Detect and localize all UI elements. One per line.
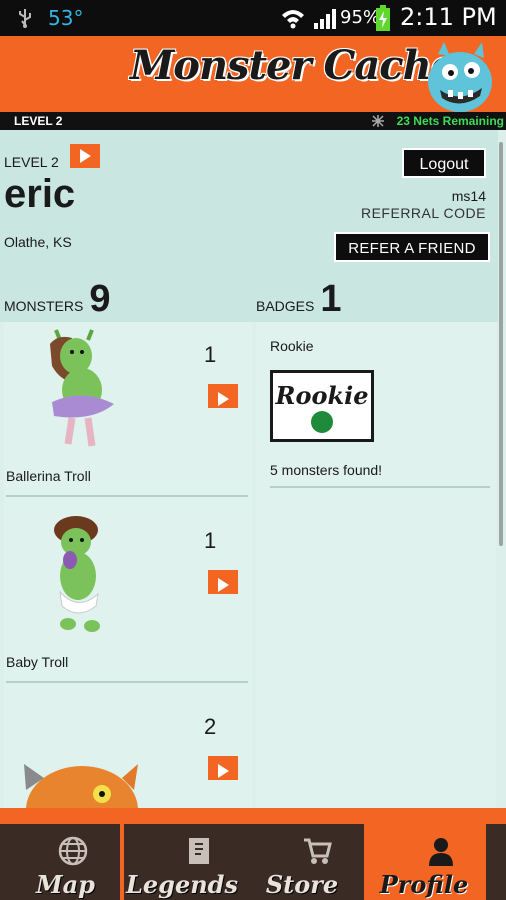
signal-icon (314, 9, 336, 29)
badge-image-text: Rookie (275, 381, 369, 410)
book-icon (189, 838, 209, 864)
monster-name: Baby Troll (6, 654, 69, 670)
battery-charging-icon (376, 5, 390, 31)
clock: 2:11 PM (400, 3, 497, 31)
tab-map[interactable]: Map (0, 824, 120, 900)
referral-code-label: REFERRAL CODE (360, 205, 486, 221)
play-icon (217, 577, 229, 592)
referral-code: ms14 (451, 188, 486, 204)
bottom-tab-bar: Map Legends Store Profile (0, 808, 506, 900)
location: Olathe, KS (4, 234, 72, 250)
tab-label: Map (36, 870, 95, 899)
level-indicator: LEVEL 2 (14, 114, 63, 128)
monster-count: 1 (204, 528, 217, 553)
tab-profile[interactable]: Profile (364, 824, 484, 900)
app-logo: Monster Cache (130, 42, 456, 89)
divider (6, 495, 248, 497)
logout-button[interactable]: Logout (402, 148, 486, 178)
profile-level: LEVEL 2 (4, 154, 59, 170)
monster-play-button[interactable] (208, 756, 238, 780)
profile-summary: LEVEL 2 eric Olathe, KS Logout ms14 REFE… (0, 130, 498, 322)
level-play-button[interactable] (70, 144, 100, 168)
username: eric (4, 172, 76, 216)
play-icon (217, 391, 229, 406)
tab-label: Legends (126, 870, 238, 899)
blue-monster-mascot (428, 42, 492, 112)
status-bar: 53° 95% 2:11 PM (0, 0, 506, 36)
monsters-count-header: MONSTERS 9 (4, 280, 110, 318)
nets-remaining: 23 Nets Remaining (396, 114, 504, 128)
monster-name: Ballerina Troll (6, 468, 91, 484)
baby-troll-image (54, 516, 100, 632)
refer-friend-button[interactable]: REFER A FRIEND (334, 232, 490, 262)
tab-legends[interactable]: Legends (124, 824, 240, 900)
battery-percent: 95% (340, 7, 381, 28)
usb-icon (19, 9, 31, 28)
ballerina-troll-image (50, 329, 114, 447)
monsters-list[interactable]: 1 Ballerina Troll 1 Baby Troll 2 (4, 322, 252, 808)
divider (6, 681, 248, 683)
rookie-badge-image: Rookie (270, 370, 374, 442)
list-item[interactable]: 1 Baby Troll (4, 508, 252, 694)
tab-label: Store (265, 870, 339, 899)
badges-label: BADGES (256, 298, 315, 314)
net-icon (372, 115, 384, 127)
level-bar: LEVEL 2 23 Nets Remaining (0, 112, 506, 130)
badge-name: Rookie (270, 338, 314, 354)
orange-monster-image (24, 764, 138, 808)
scrollbar[interactable] (499, 142, 503, 546)
monster-play-button[interactable] (208, 384, 238, 408)
list-item[interactable]: 2 (4, 694, 252, 808)
badge-dot (311, 411, 333, 433)
temperature-text: 53° (48, 6, 84, 30)
monster-count: 2 (204, 714, 217, 739)
play-icon (79, 149, 91, 163)
tab-store[interactable]: Store (240, 824, 364, 900)
badges-count-header: BADGES 1 (256, 280, 342, 318)
monsters-label: MONSTERS (4, 298, 84, 314)
monsters-count: 9 (89, 278, 111, 320)
monster-play-button[interactable] (208, 570, 238, 594)
app-screen: 53° 95% 2:11 PM Monster Cache LEVEL 2 23… (0, 0, 506, 900)
badges-count: 1 (320, 278, 342, 320)
play-icon (217, 763, 229, 778)
badges-list[interactable]: Rookie Rookie 5 monsters found! (256, 322, 496, 808)
app-header: Monster Cache (0, 36, 506, 112)
tab-overflow (486, 824, 506, 900)
divider (270, 486, 490, 488)
globe-icon (58, 836, 88, 866)
badge-description: 5 monsters found! (270, 462, 383, 478)
list-item[interactable]: 1 Ballerina Troll (4, 322, 252, 508)
person-icon (429, 838, 453, 866)
wifi-icon (282, 10, 304, 29)
tab-label: Profile (379, 870, 469, 899)
cart-icon (304, 838, 332, 864)
monster-count: 1 (204, 342, 217, 367)
